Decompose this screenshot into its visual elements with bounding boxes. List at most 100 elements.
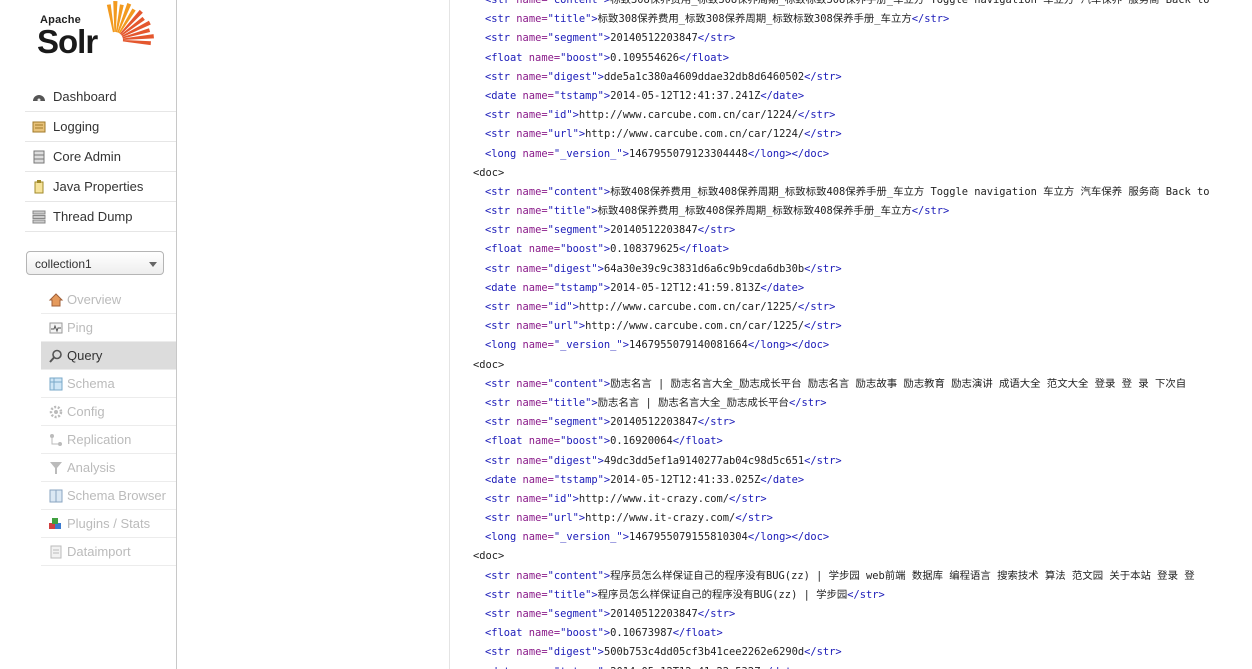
xml-field-content: <str name="content">程序员怎么样保证自己的程序没有BUG(z… [462,567,1252,586]
dashboard-icon [31,89,47,105]
logo-solr-text: Solr [37,23,98,60]
xml-field-tstamp: <date name="tstamp">2014-05-12T12:41:22.… [462,663,1252,669]
nav-item-label: Thread Dump [53,209,133,224]
xml-field-value: 20140512203847 [610,608,698,620]
xml-tag-name: str [491,454,511,467]
core-nav-item-plugins-stats[interactable]: Plugins / Stats [41,510,176,538]
xml-attr-value: digest [553,262,592,275]
xml-tag-name: str [491,224,511,237]
xml-close-tag: </str> [804,454,842,467]
xml-tag-name: str [491,262,511,275]
xml-field-value: http://www.it-crazy.com/ [578,492,730,505]
core-nav-item-analysis[interactable]: Analysis [41,454,176,482]
core-nav-item-overview[interactable]: Overview [41,286,176,314]
xml-tag-name: float [491,435,523,448]
xml-close-tag: </str> [911,13,950,26]
xml-field-value: 0.16920064 [610,435,673,448]
xml-field-id: <str name="id">http://www.carcube.com.cn… [462,106,1252,125]
nav-item-dashboard[interactable]: Dashboard [25,82,176,112]
core-nav-item-label: Schema Browser [67,488,166,503]
xml-attr-value: url [553,128,573,141]
xml-attr-value: title [553,396,586,409]
schema-icon [48,376,64,392]
nav-item-label: Dashboard [53,89,117,104]
xml-field-tstamp: <date name="tstamp">2014-05-12T12:41:59.… [462,279,1252,298]
xml-tag-name: str [491,13,511,26]
xml-field-tstamp: <date name="tstamp">2014-05-12T12:41:33.… [462,471,1252,490]
xml-field-url: <str name="url">http://www.carcube.com.c… [462,317,1252,336]
xml-tag-name: float [491,627,523,640]
xml-attr-name: name= [510,569,548,582]
xml-attr-name: name= [510,512,548,525]
xml-field-value: 500b753c4dd05cf3b41cee2262e6290d [603,646,805,659]
xml-tag-name: str [491,301,511,313]
xml-field-value: 20140512203847 [610,224,698,237]
chevron-down-icon [149,262,157,267]
xml-field-version: <long name="_version_">14679550791400816… [462,336,1252,355]
xml-attr-name: name= [516,89,554,102]
xml-tag-name: str [491,377,511,390]
xml-field-boost: <float name="boost">0.108379625</float> [462,240,1252,259]
xml-attr-name: name= [516,339,554,352]
xml-close-tag: </str> [804,262,842,275]
xml-attr-name: name= [510,13,548,26]
xml-field-digest: <str name="digest">49dc3dd5ef1a9140277ab… [462,452,1252,471]
main-nav: Dashboard Logging Core Admin Java Propertie… [25,82,176,232]
core-nav-item-schema-browser[interactable]: Schema Browser [41,482,176,510]
xml-field-value: dde5a1c380a4609ddae32db8d6460502 [603,70,805,83]
nav-item-label: Logging [53,119,100,134]
xml-field-value: http://www.it-crazy.com/ [585,512,736,525]
xml-field-value: 程序员怎么样保证自己的程序没有BUG(zz) | 学步园 [597,588,848,601]
xml-attr-value: digest [553,70,592,83]
xml-attr-name: name= [510,70,548,83]
xml-field-boost: <float name="boost">0.109554626</float> [462,49,1252,68]
solr-logo[interactable]: Apache Solr [37,0,162,68]
xml-field-value: http://www.carcube.com.cn/car/1225/ [585,320,805,333]
xml-close-tag: </str> [788,396,827,409]
overview-icon [48,292,64,308]
xml-close-tag: </date> [760,473,805,486]
xml-field-segment: <str name="segment">20140512203847</str> [462,29,1252,48]
xml-field-version: <long name="_version_">14679550791558103… [462,528,1252,547]
xml-doc-tag: <doc> [473,550,505,563]
xml-field-value: 标致308保养费用_标致308保养周期_标致标致308保养手册_车立方 [597,13,912,26]
analysis-icon [48,460,64,476]
xml-field-boost: <float name="boost">0.10673987</float> [462,624,1252,643]
nav-item-java-properties[interactable]: Java Properties [25,172,176,202]
xml-attr-value: boost [566,243,598,256]
xml-attr-name: name= [510,128,548,141]
xml-attr-value: url [553,320,573,333]
xml-attr-value: tstamp [560,473,598,486]
xml-tag-name: str [491,205,511,218]
core-nav-item-dataimport[interactable]: Dataimport [41,538,176,566]
xml-tag-name: str [491,32,511,45]
xml-attr-value: id [553,301,567,313]
xml-tag-name: date [491,281,517,294]
nav-item-thread-dump[interactable]: Thread Dump [25,202,176,232]
xml-field-boost: <float name="boost">0.16920064</float> [462,432,1252,451]
core-nav-item-replication[interactable]: Replication [41,426,176,454]
xml-field-segment: <str name="segment">20140512203847</str> [462,605,1252,624]
xml-tag-name: str [491,608,511,620]
xml-tag-name: long [491,339,517,352]
nav-item-core-admin[interactable]: Core Admin [25,142,176,172]
xml-tag-name: str [491,416,511,429]
core-nav-item-ping[interactable]: Ping [41,314,176,342]
xml-attr-name: name= [522,51,561,64]
xml-close-tag: </float> [679,243,730,256]
xml-field-value: 励志名言 | 励志名言大全_励志成长平台 [597,396,789,409]
core-nav-item-query[interactable]: Query [41,342,176,370]
xml-field-value: http://www.carcube.com.cn/car/1225/ [578,301,798,313]
core-nav-item-schema[interactable]: Schema [41,370,176,398]
xml-field-value: 标致408保养费用_标致408保养周期_标致标致408保养手册_车立方 Togg… [610,185,1210,198]
xml-tag-name: date [491,473,517,486]
sun-ray [122,39,151,46]
xml-attr-value: segment [553,224,598,237]
xml-close-tag: </date> [760,89,805,102]
xml-doc-open: <doc> [462,547,1252,566]
xml-close-tag: </str> [911,205,950,218]
core-nav-item-config[interactable]: Config [41,398,176,426]
core-selector[interactable]: collection1 [26,251,164,275]
xml-tag-name: str [491,70,511,83]
nav-item-logging[interactable]: Logging [25,112,176,142]
